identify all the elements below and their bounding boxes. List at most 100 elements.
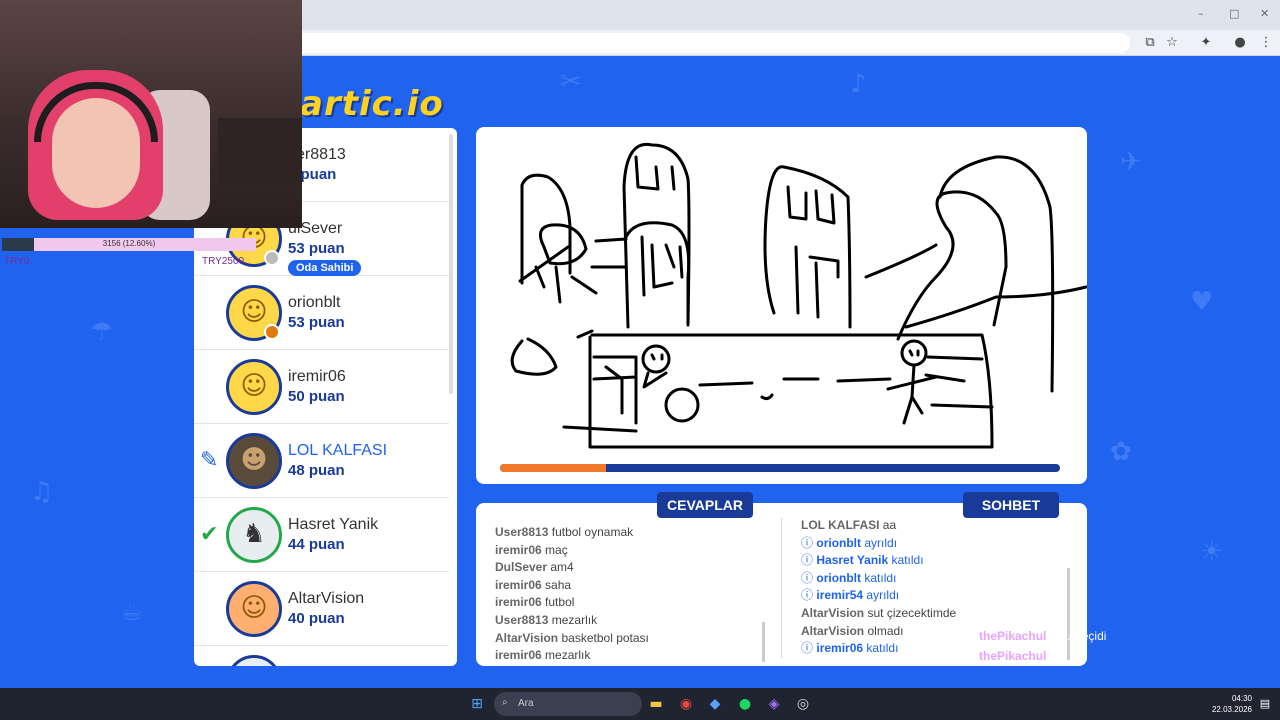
stroke	[886, 349, 938, 425]
timer-progress-bar	[500, 464, 1060, 472]
tab-answers[interactable]: CEVAPLAR	[657, 492, 753, 518]
chat-system-item: ⓘ Hasret Yanik katıldı	[801, 552, 956, 570]
system-clock[interactable]: 04:30 22.03.2026	[1208, 693, 1252, 715]
player-row: ☺ iremir06 50 puan	[194, 350, 449, 424]
menu-icon[interactable]: ⋮	[1257, 34, 1275, 52]
portrait-icon: ☻	[240, 445, 268, 475]
status-dot	[264, 324, 280, 340]
chat-user: AltarVision	[801, 605, 865, 620]
answer-item: User8813 mezarlık	[495, 612, 649, 630]
player-name: AltarVision	[288, 590, 365, 607]
chat-text: ayrıldı	[864, 535, 898, 550]
windows-start-icon[interactable]: ⊞	[468, 695, 486, 713]
pencil-icon: ✎	[200, 448, 219, 473]
chat-user: iremir06	[816, 641, 864, 656]
checkmark-icon: ✔	[200, 522, 219, 547]
goal-max-label: TRY2500	[202, 256, 245, 267]
chat-text: aa	[882, 518, 897, 532]
player-list-scrollbar[interactable]	[449, 134, 453, 394]
chat-user: orionblt	[816, 535, 862, 550]
close-button[interactable]: ✕	[1260, 7, 1269, 20]
chat-scrollbar[interactable]	[1067, 568, 1070, 660]
app-icon[interactable]: ◆	[706, 695, 724, 713]
stroke	[510, 337, 558, 376]
stroke	[664, 387, 700, 423]
clock-date: 22.03.2026	[1211, 705, 1252, 714]
figure-icon: ♞	[242, 519, 266, 549]
answer-item: iremir06 maç	[495, 542, 649, 560]
answer-user: iremir06	[495, 577, 542, 592]
chat-text: katıldı	[864, 570, 897, 585]
answers-scrollbar[interactable]	[762, 622, 765, 662]
stroke	[538, 223, 588, 266]
stream-chat-user: thePikachul	[979, 629, 1047, 643]
extensions-icon[interactable]: ✦	[1197, 34, 1215, 52]
avatar: ♞	[226, 507, 282, 563]
doodle-icon: ♫	[30, 477, 54, 507]
answer-text: saha	[545, 577, 572, 592]
stroke	[634, 155, 676, 191]
windows-taskbar: ⊞ ⌕ Ara ▬ ◉ ◆ ● ◈ ◎ 04:30 22.03.2026 ▤	[0, 688, 1280, 720]
chat-user: iremir54	[816, 588, 864, 603]
player-score: 53 puan	[288, 240, 345, 257]
answer-item: iremir06 saha	[495, 577, 649, 595]
answer-item: iremir06 futbol	[495, 594, 649, 612]
answer-text: basketbol potası	[561, 630, 649, 645]
search-placeholder: Ara	[518, 698, 534, 709]
maximize-button[interactable]: □	[1229, 7, 1239, 20]
doodle-icon: ☀	[1200, 537, 1224, 567]
answer-user: User8813	[495, 525, 549, 539]
chat-text: katıldı	[891, 553, 924, 568]
app-icon[interactable]: ◎	[794, 695, 812, 713]
answer-user: iremir06	[495, 648, 542, 663]
player-name: Hasret Yanik	[288, 516, 379, 533]
stroke	[592, 355, 638, 425]
chrome-icon[interactable]: ◉	[677, 695, 695, 713]
answer-user: DulSever	[495, 560, 548, 575]
chat-system-item: ⓘ orionblt ayrıldı	[801, 535, 956, 553]
chat-text: olmadı	[867, 623, 904, 638]
install-icon[interactable]: ⧉	[1141, 34, 1159, 52]
drawing-canvas[interactable]	[476, 127, 1087, 484]
app-icon[interactable]: ◈	[765, 695, 783, 713]
chat-system-item: ⓘ iremir06 katıldı	[801, 640, 956, 658]
info-icon: ⓘ	[801, 535, 814, 550]
search-icon: ⌕	[502, 697, 508, 708]
info-icon: ⓘ	[801, 553, 814, 568]
answer-user: AltarVision	[495, 630, 559, 645]
spotify-icon[interactable]: ●	[736, 695, 754, 713]
player-score: 40 puan	[288, 610, 345, 627]
webcam-shelf	[218, 118, 302, 188]
stroke	[588, 333, 994, 449]
player-score: 44 puan	[288, 536, 345, 553]
player-row-drawing: ✎ ☻ LOL KALFASI 48 puan	[194, 424, 449, 498]
player-row-partial	[194, 646, 449, 666]
stroke	[518, 245, 598, 304]
doodle-icon: ♥	[1190, 287, 1214, 317]
stroke	[900, 339, 928, 367]
stroke	[641, 344, 671, 374]
chat-text: ayrıldı	[866, 588, 900, 603]
bookmark-star-icon[interactable]: ☆	[1163, 34, 1181, 52]
chat-text: katıldı	[866, 641, 899, 656]
answer-user: User8813	[495, 612, 549, 627]
doodle-icon: ☂	[90, 317, 114, 347]
file-explorer-icon[interactable]: ▬	[647, 695, 665, 713]
drawing-strokes	[510, 142, 1087, 449]
profile-avatar-icon[interactable]: ●	[1231, 34, 1249, 52]
answer-user: iremir06	[495, 595, 542, 610]
taskbar-search[interactable]: ⌕ Ara	[494, 692, 642, 716]
stroke	[760, 393, 774, 401]
answer-text: mezarlık	[545, 648, 591, 663]
info-icon: ⓘ	[801, 588, 814, 603]
avatar: ☻	[226, 433, 282, 489]
chat-system-item: ⓘ orionblt katıldı	[801, 570, 956, 588]
tab-chat[interactable]: SOHBET	[963, 492, 1059, 518]
status-dot	[264, 250, 280, 266]
notification-icon[interactable]: ▤	[1256, 695, 1274, 713]
player-score: 48 puan	[288, 462, 345, 479]
answer-text: futbol oynamak	[551, 525, 634, 539]
minimize-button[interactable]: –	[1198, 7, 1204, 20]
avatar: ☺	[226, 359, 282, 415]
player-row: ☺ orionblt 53 puan	[194, 276, 449, 350]
